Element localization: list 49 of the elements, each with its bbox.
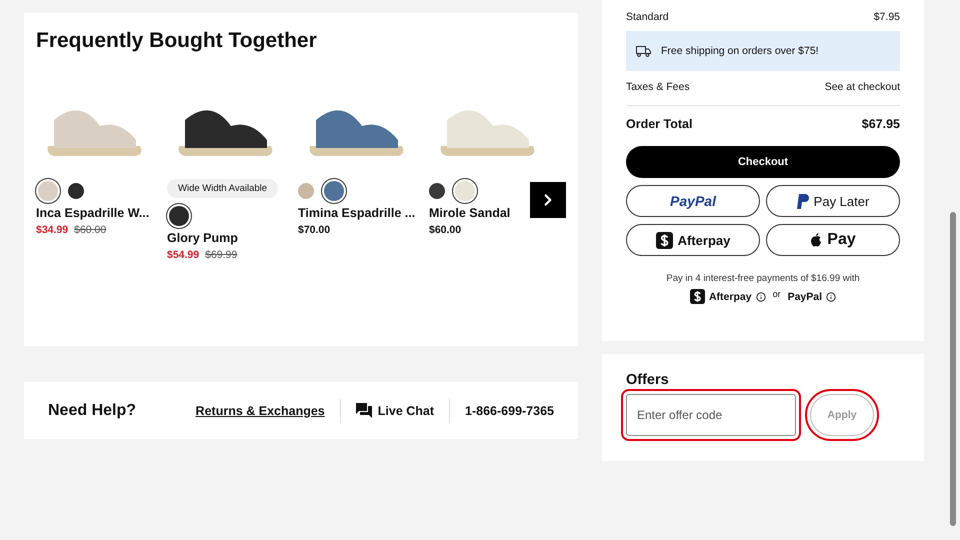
product-name[interactable]: Timina Espadrille ...: [298, 206, 416, 220]
paypal-logo: PayPal: [788, 290, 822, 302]
installments-text: Pay in 4 interest-free payments of $16.99 with: [665, 273, 861, 284]
total-label: Order Total: [626, 117, 692, 131]
color-swatch[interactable]: [429, 183, 445, 199]
total-value: $67.95: [862, 117, 900, 131]
color-swatch[interactable]: [169, 206, 189, 226]
help-title: Need Help?: [48, 402, 138, 420]
row-label: Standard: [626, 11, 669, 23]
checkout-button[interactable]: Checkout: [626, 146, 900, 178]
product-price: $60.00: [429, 224, 462, 236]
phone-number[interactable]: 1-866-699-7365: [465, 404, 554, 418]
row-value: $7.95: [874, 11, 900, 23]
row-label: Taxes & Fees: [626, 81, 690, 93]
color-swatch[interactable]: [68, 183, 84, 199]
row-value: See at checkout: [824, 81, 900, 93]
color-swatch[interactable]: [455, 181, 475, 201]
color-swatch[interactable]: [38, 181, 58, 201]
product-name[interactable]: Glory Pump: [167, 231, 238, 245]
info-icon[interactable]: [826, 292, 836, 302]
chat-icon: [356, 403, 372, 418]
paypal-p-icon: [796, 194, 809, 208]
original-price: $69.99: [205, 249, 238, 261]
truck-icon: [636, 46, 651, 56]
live-chat-link[interactable]: Live Chat: [356, 403, 434, 418]
afterpay-logo: Afterpay: [708, 290, 752, 302]
dollar-icon: [690, 289, 705, 304]
info-icon[interactable]: [756, 292, 766, 302]
product-price: $54.99: [167, 249, 200, 261]
payment-button[interactable]: Afterpay: [626, 224, 760, 256]
product-name[interactable]: Inca Espadrille W...: [36, 206, 150, 220]
product-price: $34.99: [36, 224, 68, 236]
color-swatch[interactable]: [298, 183, 314, 199]
banner-text: Free shipping on orders over $75!: [661, 45, 819, 57]
section-title: Frequently Bought Together: [36, 29, 318, 53]
returns-link[interactable]: Returns & Exchanges: [196, 404, 325, 418]
product-badge: Wide Width Available: [167, 179, 278, 198]
product-price: $70.00: [298, 224, 330, 236]
next-button[interactable]: [530, 182, 566, 218]
product-name[interactable]: Mirole Sandal: [429, 206, 510, 220]
payment-button[interactable]: Pay: [766, 224, 900, 256]
payment-button[interactable]: PayPal: [626, 185, 760, 217]
apple-icon: [810, 233, 822, 247]
offers-title: Offers: [626, 372, 670, 388]
dollar-icon: [656, 232, 673, 248]
color-swatch[interactable]: [324, 181, 344, 201]
original-price: $60.00: [74, 224, 106, 236]
payment-button[interactable]: Pay Later: [766, 185, 900, 217]
or-text: or: [772, 289, 781, 299]
